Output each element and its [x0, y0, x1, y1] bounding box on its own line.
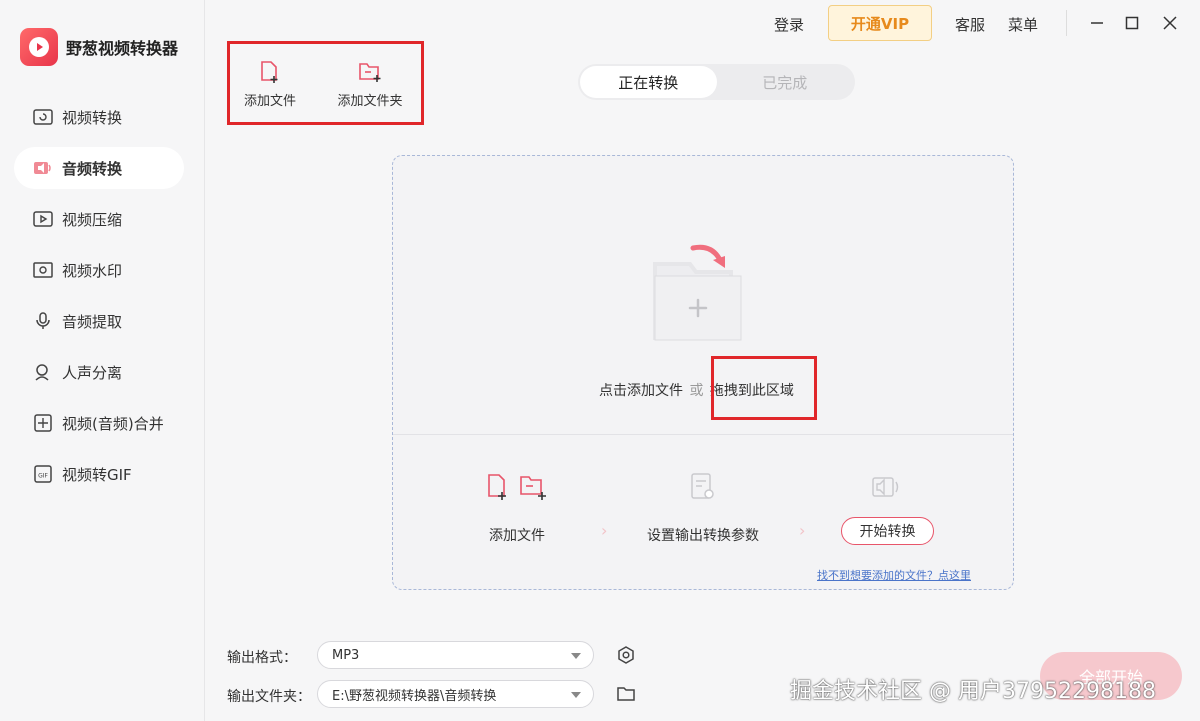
- sidebar-item-audio-convert[interactable]: 音频转换: [14, 147, 184, 189]
- step-add-file: 添加文件: [489, 528, 545, 544]
- sidebar: 野葱视频转换器 视频转换 音频转换 视频压缩 视频水印 音频提取 人声分离 视频…: [0, 0, 205, 721]
- step-set-params: 设置输出转换参数: [647, 528, 759, 544]
- video-compress-icon: [32, 208, 54, 230]
- logo-icon: [20, 28, 58, 66]
- vocal-separate-icon: [32, 361, 54, 383]
- add-folder-label: 添加文件夹: [337, 94, 403, 109]
- audio-convert-icon: [32, 157, 54, 179]
- step-arrow-icon: ›: [601, 521, 608, 540]
- sidebar-item-label: 视频转换: [62, 108, 123, 127]
- close-icon[interactable]: [1159, 12, 1181, 34]
- drag-hint-highlight: [711, 356, 817, 420]
- output-folder-select[interactable]: E:\野葱视频转换器\音频转换: [317, 680, 594, 708]
- chevron-down-icon: [571, 653, 581, 659]
- sidebar-item-vocal-separate[interactable]: 人声分离: [14, 351, 184, 393]
- sidebar-item-video-convert[interactable]: 视频转换: [14, 96, 184, 138]
- format-settings-icon[interactable]: [615, 644, 637, 666]
- output-format-value: MP3: [332, 647, 360, 663]
- maximize-icon[interactable]: [1121, 12, 1143, 34]
- tab-converting[interactable]: 正在转换: [580, 66, 717, 98]
- output-format-select[interactable]: MP3: [317, 641, 594, 669]
- site-watermark: 掘金技术社区 @ 用户37952298188: [790, 679, 1156, 704]
- sidebar-item-video-to-gif[interactable]: GIF 视频转GIF: [14, 453, 184, 495]
- login-link[interactable]: 登录: [774, 14, 804, 35]
- video-convert-icon: [32, 106, 54, 128]
- add-file-label: 添加文件: [243, 94, 296, 109]
- sidebar-item-merge[interactable]: 视频(音频)合并: [14, 402, 184, 444]
- hint-click-text: 点击添加文件: [599, 383, 683, 399]
- sidebar-item-video-watermark[interactable]: 视频水印: [14, 249, 184, 291]
- step-add-icons: [485, 472, 555, 506]
- add-file-button[interactable]: 添加文件: [240, 60, 300, 109]
- app-name: 野葱视频转换器: [66, 39, 179, 58]
- minimize-icon[interactable]: [1086, 12, 1108, 34]
- support-link[interactable]: 客服: [955, 14, 985, 35]
- sidebar-item-label: 视频转GIF: [62, 465, 132, 484]
- sidebar-nav: 视频转换 音频转换 视频压缩 视频水印 音频提取 人声分离 视频(音频)合并 G…: [14, 96, 184, 504]
- titlebar-divider: [1066, 10, 1067, 36]
- sidebar-item-label: 视频水印: [62, 261, 123, 280]
- audio-extract-icon: [32, 310, 54, 332]
- video-watermark-icon: [32, 259, 54, 281]
- merge-icon: [32, 412, 54, 434]
- vip-button[interactable]: 开通VIP: [828, 5, 932, 41]
- output-format-label: 输出格式：: [227, 650, 297, 666]
- step-arrow-icon: ›: [799, 521, 806, 540]
- svg-text:GIF: GIF: [38, 473, 48, 480]
- gif-icon: GIF: [32, 463, 54, 485]
- sidebar-item-label: 人声分离: [62, 363, 123, 382]
- chevron-down-icon: [571, 692, 581, 698]
- drop-zone-divider: [393, 434, 1013, 435]
- add-folder-icon: [330, 60, 410, 84]
- sidebar-item-label: 视频(音频)合并: [62, 414, 164, 433]
- hint-or-text: 或: [689, 383, 704, 399]
- tab-completed[interactable]: 已完成: [717, 66, 854, 98]
- sidebar-item-audio-extract[interactable]: 音频提取: [14, 300, 184, 342]
- sidebar-item-label: 视频压缩: [62, 210, 123, 229]
- sidebar-item-label: 音频提取: [62, 312, 123, 331]
- add-folder-button[interactable]: 添加文件夹: [330, 60, 410, 109]
- menu-link[interactable]: 菜单: [1008, 14, 1038, 35]
- sidebar-item-label: 音频转换: [62, 159, 123, 178]
- add-folder-illustration-icon: [633, 242, 753, 350]
- settings-doc-icon: [690, 472, 716, 506]
- toolbar-highlight: 添加文件 添加文件夹: [227, 41, 424, 125]
- start-convert-button[interactable]: 开始转换: [841, 517, 934, 545]
- conversion-status-tabs: 正在转换 已完成: [578, 64, 855, 100]
- open-folder-icon[interactable]: [615, 683, 637, 705]
- audio-speaker-icon: [871, 474, 903, 504]
- sidebar-item-video-compress[interactable]: 视频压缩: [14, 198, 184, 240]
- drop-zone[interactable]: 点击添加文件 或 拖拽到此区域 添加文件 › 设置输出转换参数 › 开始转换 找…: [392, 155, 1014, 590]
- output-folder-value: E:\野葱视频转换器\音频转换: [332, 688, 497, 704]
- app-logo: 野葱视频转换器: [20, 28, 178, 66]
- add-file-icon: [240, 60, 300, 84]
- help-link[interactable]: 找不到想要添加的文件？点这里: [817, 567, 971, 583]
- output-folder-label: 输出文件夹：: [227, 689, 311, 705]
